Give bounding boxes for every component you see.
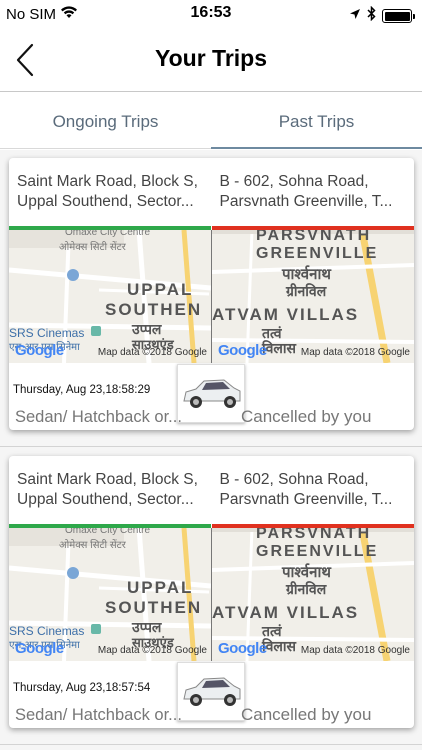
map-label-poi: SRS Cinemas <box>9 326 85 340</box>
map-label-top: Omaxe City Centre <box>65 230 151 238</box>
map-label-poi: SRS Cinemas <box>9 624 85 638</box>
tab-ongoing-trips[interactable]: Ongoing Trips <box>0 93 211 148</box>
car-type-label: Sedan/ Hatchback or... <box>15 408 182 426</box>
map-label-area-1: PARSVNATH <box>256 230 372 244</box>
drop-address: B - 602, Sohna Road, Parsvnath Greenvill… <box>212 158 415 226</box>
navigation-bar: Your Trips <box>0 28 422 92</box>
pickup-address-line-2: Uppal Southend, Sector... <box>17 491 194 508</box>
battery-icon <box>382 9 415 23</box>
drop-map: PARSVNATH GREENVILLE पार्श्वनाथ ग्रीनविल… <box>212 528 414 661</box>
address-row: Saint Mark Road, Block S, Uppal Southend… <box>9 456 414 524</box>
google-logo: Google <box>218 342 267 359</box>
status-bar: No SIM 16:53 <box>0 0 422 28</box>
map-label-area-1: UPPAL <box>127 578 194 597</box>
pickup-map: Omaxe City Centre ओमेक्स सिटी सेंटर UPPA… <box>9 230 211 363</box>
trip-status-label: Cancelled by you <box>241 705 372 724</box>
pickup-address-line-2: Uppal Southend, Sector... <box>17 193 194 210</box>
trip-card[interactable]: Saint Mark Road, Block S, Uppal Southend… <box>9 456 414 728</box>
map-label-area-1: UPPAL <box>127 280 194 299</box>
drop-address-line-2: Parsvnath Greenville, T... <box>219 193 393 210</box>
tab-past-trips[interactable]: Past Trips <box>211 93 422 149</box>
drop-map: PARSVNATH GREENVILLE पार्श्वनाथ ग्रीनविल… <box>212 230 414 363</box>
drop-address-line-1: B - 602, Sohna Road, <box>219 471 369 488</box>
pickup-address-line-1: Saint Mark Road, Block S, <box>17 471 198 488</box>
map-label-top: Omaxe City Centre <box>65 528 151 536</box>
map-label-top-hi: ओमेक्स सिटी सेंटर <box>59 242 126 253</box>
map-label-area-hi-4: विलास <box>262 340 296 356</box>
car-type-label: Sedan/ Hatchback or... <box>15 706 182 724</box>
trip-card[interactable]: Saint Mark Road, Block S, Uppal Southend… <box>9 158 414 430</box>
car-thumbnail-icon <box>177 364 245 423</box>
trip-datetime: Thursday, Aug 23,18:57:54 <box>13 682 151 694</box>
map-label-area-3: ATVAM VILLAS <box>212 305 360 324</box>
map-attribution: Map data ©2018 Google <box>97 645 207 656</box>
pickup-map: Omaxe City Centre ओमेक्स सिटी सेंटर UPPA… <box>9 528 211 661</box>
google-logo: Google <box>218 640 267 657</box>
status-right <box>349 5 415 26</box>
map-label-area-hi-1: पार्श्वनाथ <box>282 564 331 581</box>
page-title: Your Trips <box>154 45 268 71</box>
map-label-area-hi-2: ग्रीनविल <box>286 283 327 299</box>
address-row: Saint Mark Road, Block S, Uppal Southend… <box>9 158 414 226</box>
trip-status-label: Cancelled by you <box>241 407 372 426</box>
trip-tabs: Ongoing Trips Past Trips <box>0 93 422 149</box>
map-label-area-3: ATVAM VILLAS <box>212 603 360 622</box>
map-label-area-2: SOUTHEN <box>105 300 203 319</box>
map-attribution: Map data ©2018 Google <box>97 347 207 358</box>
location-arrow-icon <box>349 7 361 25</box>
map-attribution: Map data ©2018 Google <box>300 645 410 656</box>
drop-address-line-2: Parsvnath Greenville, T... <box>219 491 393 508</box>
list-divider <box>0 744 422 745</box>
map-label-area-hi-1: पार्श्वनाथ <box>282 266 331 283</box>
google-logo: Google <box>15 640 64 657</box>
pickup-address: Saint Mark Road, Block S, Uppal Southend… <box>9 456 212 524</box>
drop-address: B - 602, Sohna Road, Parsvnath Greenvill… <box>212 456 415 524</box>
list-divider <box>0 446 422 447</box>
map-label-area-hi-4: विलास <box>262 638 296 654</box>
map-label-top-hi: ओमेक्स सिटी सेंटर <box>59 540 126 551</box>
map-label-area-1: PARSVNATH <box>256 528 372 542</box>
pickup-address-line-1: Saint Mark Road, Block S, <box>17 173 198 190</box>
drop-address-line-1: B - 602, Sohna Road, <box>219 173 369 190</box>
map-attribution: Map data ©2018 Google <box>300 347 410 358</box>
car-thumbnail-icon <box>177 662 245 721</box>
google-logo: Google <box>15 342 64 359</box>
pickup-address: Saint Mark Road, Block S, Uppal Southend… <box>9 158 212 226</box>
map-label-area-hi-2: ग्रीनविल <box>286 581 327 597</box>
bluetooth-icon <box>367 5 376 26</box>
map-label-area-2: GREENVILLE <box>256 245 379 262</box>
map-label-area-2: SOUTHEN <box>105 598 203 617</box>
map-label-area-2: GREENVILLE <box>256 543 379 560</box>
trip-datetime: Thursday, Aug 23,18:58:29 <box>13 384 151 396</box>
